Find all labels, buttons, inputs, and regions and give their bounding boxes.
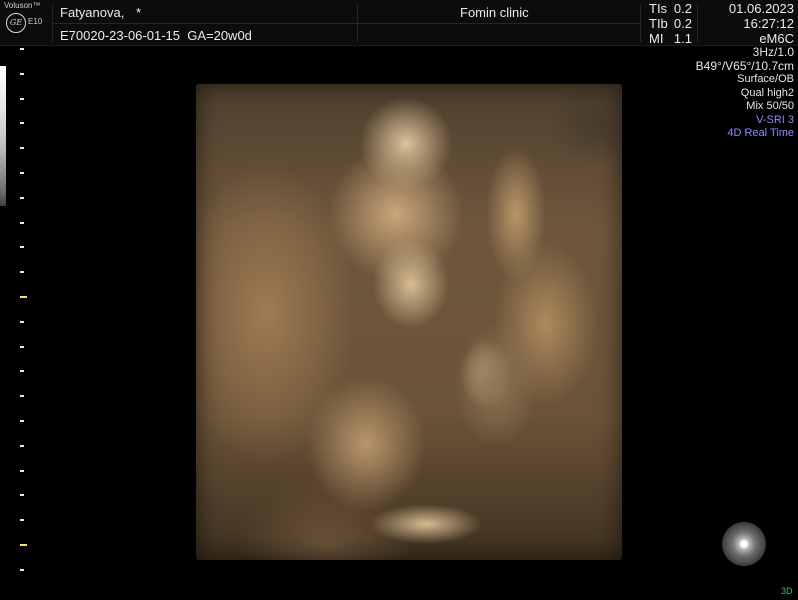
depth-tick: [20, 97, 24, 100]
header-divider: [697, 4, 698, 42]
logo-brand: Voluson™: [4, 1, 41, 10]
depth-tick: [20, 444, 24, 447]
param-angles-depth: B49°/V65°/10.7cm: [695, 58, 794, 73]
tis-label: TIs: [649, 1, 668, 16]
depth-scale-icon: [18, 46, 30, 600]
mi-label: MI: [649, 31, 664, 46]
gestational-age: GA=20w0d: [187, 28, 252, 43]
exam-date: 01.06.2023: [728, 1, 794, 16]
tib-value: 0.2: [673, 16, 692, 31]
depth-tick: [20, 196, 24, 199]
logo-emblem: GE: [6, 13, 26, 33]
header-divider: [640, 4, 641, 42]
param-vsri: V-SRI 3: [756, 113, 794, 126]
depth-tick: [20, 221, 24, 224]
depth-tick-major: [20, 296, 27, 298]
probe-name: eM6C: [759, 31, 794, 46]
depth-tick: [20, 320, 24, 323]
param-quality: Qual high2: [740, 86, 794, 99]
depth-tick: [20, 420, 24, 422]
header-divider: [52, 23, 640, 24]
header-bar: Voluson™ GE E10 Fatyanova, * E70020-23-0…: [0, 0, 798, 46]
depth-tick: [20, 147, 24, 150]
mi-value: 1.1: [673, 31, 692, 46]
patient-flag: *: [136, 5, 142, 20]
parameter-panel: 3Hz/1.0 B49°/V65°/10.7cm Surface/OB Qual…: [695, 45, 794, 141]
patient-name[interactable]: Fatyanova,: [60, 5, 124, 20]
orientation-ball-icon[interactable]: [722, 522, 766, 566]
grey-map-icon: [0, 66, 6, 206]
param-live-mode: 4D Real Time: [727, 127, 794, 139]
depth-tick: [20, 48, 24, 50]
depth-tick: [20, 519, 24, 522]
depth-tick: [20, 246, 24, 249]
exam-id-value: E70020-23-06-01-15: [60, 28, 180, 43]
depth-tick: [20, 122, 24, 125]
depth-tick: [20, 172, 24, 174]
depth-tick: [20, 345, 24, 348]
depth-tick: [20, 395, 24, 398]
param-frequency: 3Hz/1.0: [752, 45, 794, 59]
tis-value: 0.2: [673, 1, 692, 16]
view-mode-indicator: 3D: [781, 586, 793, 596]
depth-tick: [20, 370, 24, 373]
exam-id: E70020-23-06-01-15 GA=20w0d: [60, 28, 252, 43]
param-mix: Mix 50/50: [746, 100, 794, 112]
clinic-name: Fomin clinic: [460, 5, 529, 20]
depth-tick: [20, 494, 24, 497]
tib-label: TIb: [649, 16, 668, 31]
depth-tick: [20, 271, 24, 274]
exam-time: 16:27:12: [743, 16, 794, 31]
depth-tick: [20, 469, 24, 472]
depth-tick: [20, 568, 24, 571]
param-render-mode: Surface/OB: [737, 73, 794, 85]
ge-logo-icon: Voluson™ GE E10: [2, 1, 52, 45]
depth-tick-major: [20, 544, 27, 546]
logo-model: E10: [28, 17, 43, 26]
ultrasound-3d-render[interactable]: [196, 84, 622, 560]
depth-tick: [20, 72, 24, 75]
